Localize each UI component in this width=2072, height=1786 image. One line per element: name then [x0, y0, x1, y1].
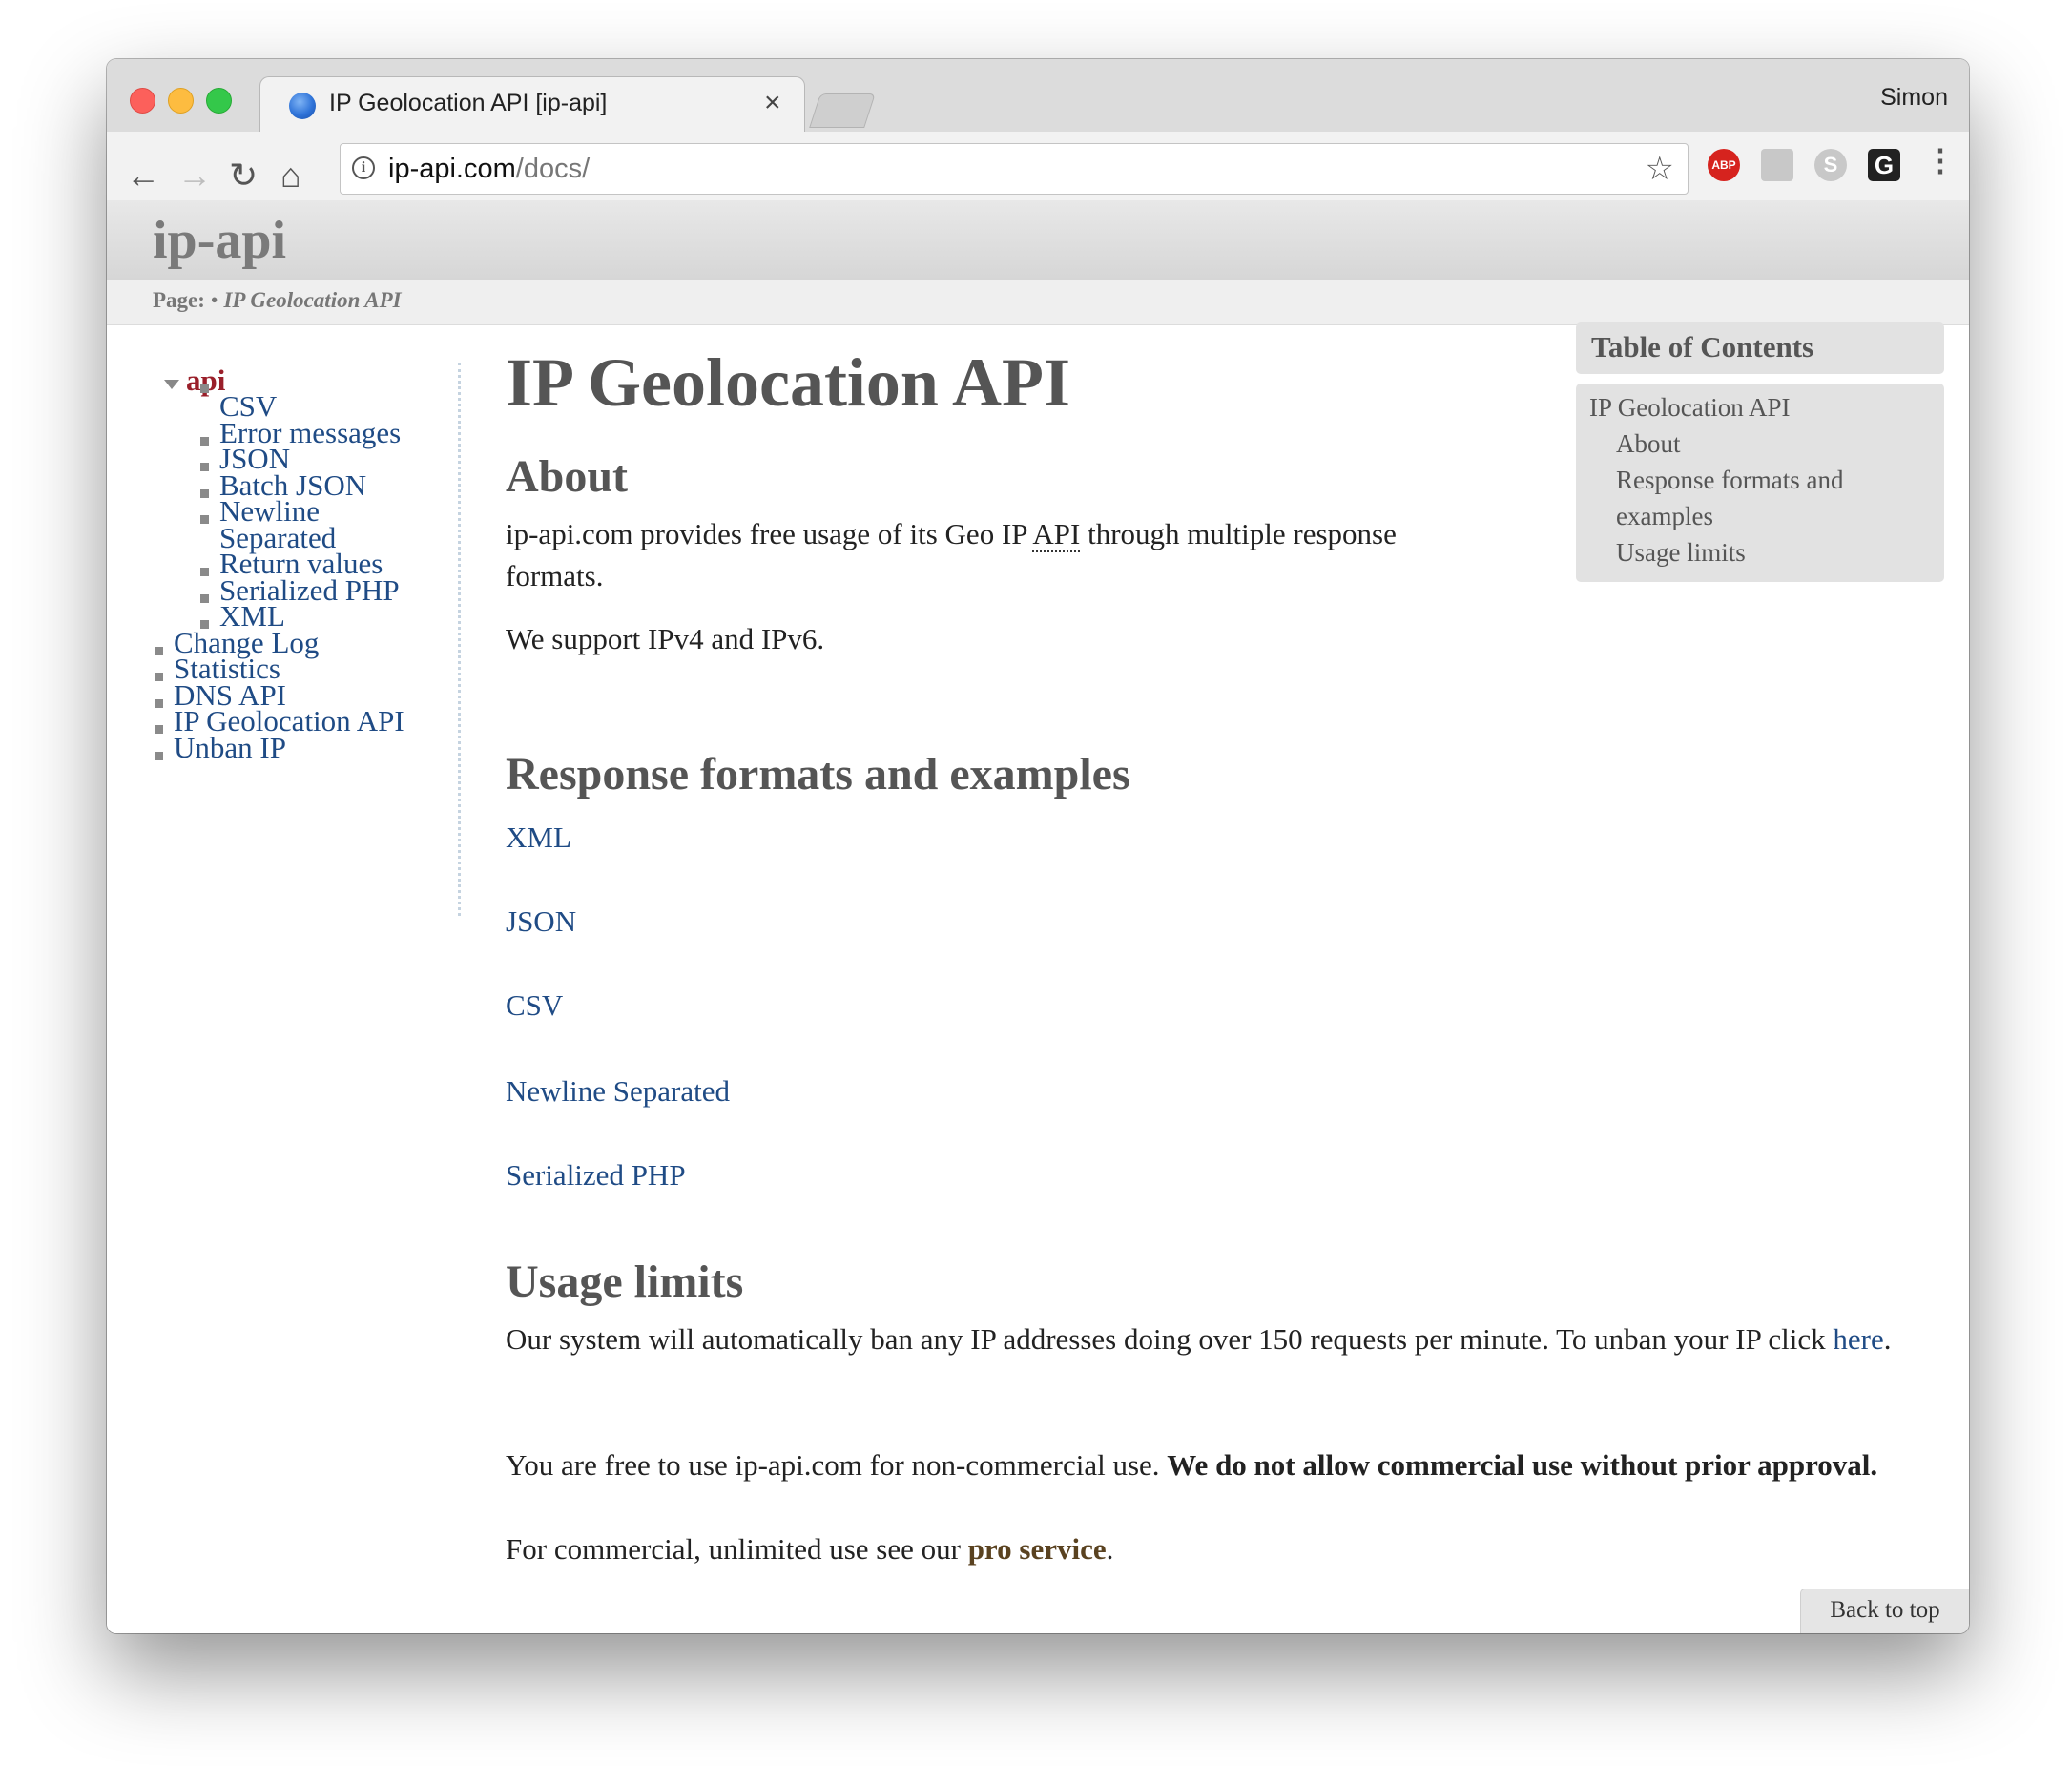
breadcrumb: Page: • IP Geolocation API: [107, 280, 1969, 325]
screenshot-stage: IP Geolocation API [ip-api] × Simon ← → …: [0, 0, 2072, 1786]
home-icon[interactable]: ⌂: [280, 158, 301, 193]
toc-list: IP Geolocation API About Response format…: [1576, 384, 1944, 582]
usage-heading: Usage limits: [506, 1256, 744, 1307]
usage-approval-text: We do not allow commercial use without p…: [1167, 1448, 1878, 1482]
globe-favicon-icon: [289, 93, 316, 119]
title-bar: IP Geolocation API [ip-api] × Simon: [107, 59, 1969, 135]
usage-ban-paragraph: Our system will automatically ban any IP…: [506, 1319, 1937, 1360]
web-page: ip-api Page: • IP Geolocation API api CS…: [107, 200, 1969, 1633]
tab-ip-geolocation[interactable]: IP Geolocation API [ip-api] ×: [259, 76, 805, 135]
format-link-xml[interactable]: XML: [506, 820, 571, 855]
breadcrumb-current: IP Geolocation API: [223, 288, 402, 312]
bullet-icon: [200, 568, 209, 576]
sidebar-item-unban-ip[interactable]: Unban IP: [174, 730, 286, 766]
format-link-json[interactable]: JSON: [506, 904, 576, 939]
about-text-a: ip-api.com provides free usage of its Ge…: [506, 517, 1033, 550]
sidebar-nav: api CSV Error messages JSON Batch JSON N…: [153, 363, 461, 916]
forward-arrow-icon[interactable]: →: [177, 158, 212, 193]
bullet-icon: [155, 647, 163, 655]
zoom-window-button[interactable]: [206, 88, 232, 114]
new-tab-button[interactable]: [809, 93, 876, 128]
info-icon[interactable]: i: [352, 156, 375, 179]
bullet-icon: [155, 752, 163, 760]
google-extension-icon[interactable]: [1761, 149, 1793, 181]
site-header: ip-api: [107, 200, 1969, 280]
url-text[interactable]: ip-api.com/docs/: [388, 154, 590, 185]
breadcrumb-separator: •: [204, 288, 224, 312]
menu-kebab-icon[interactable]: ⋮: [1925, 145, 1956, 176]
browser-window: IP Geolocation API [ip-api] × Simon ← → …: [107, 59, 1969, 1633]
pro-service-link[interactable]: pro service: [968, 1532, 1107, 1566]
back-to-top-button[interactable]: Back to top: [1800, 1589, 1969, 1633]
site-logo[interactable]: ip-api: [153, 210, 286, 271]
page-title: IP Geolocation API: [506, 344, 1070, 421]
minimize-window-button[interactable]: [168, 88, 194, 114]
bullet-icon: [155, 725, 163, 734]
bullet-icon: [200, 515, 209, 524]
usage-commercial-paragraph: You are free to use ip-api.com for non-c…: [506, 1444, 1937, 1486]
about-paragraph: ip-api.com provides free usage of its Ge…: [506, 513, 1479, 597]
toc-item-ip-geolocation-api[interactable]: IP Geolocation API: [1589, 389, 1790, 426]
unban-here-link[interactable]: here: [1833, 1322, 1883, 1356]
back-arrow-icon[interactable]: ←: [126, 158, 160, 193]
format-link-csv[interactable]: CSV: [506, 988, 563, 1023]
grammarly-icon[interactable]: G: [1868, 149, 1900, 181]
toc-item-usage-limits[interactable]: Usage limits: [1616, 534, 1746, 571]
bullet-icon: [200, 489, 209, 498]
bullet-icon: [200, 463, 209, 471]
bookmark-star-icon[interactable]: ☆: [1646, 150, 1674, 188]
toc-heading: Table of Contents: [1576, 322, 1944, 374]
skype-icon[interactable]: S: [1814, 149, 1847, 181]
expand-triangle-icon[interactable]: [164, 380, 179, 389]
format-link-serialized-php[interactable]: Serialized PHP: [506, 1158, 686, 1193]
bullet-icon: [200, 437, 209, 446]
bullet-icon: [155, 699, 163, 708]
reload-icon[interactable]: ↻: [229, 158, 258, 193]
api-abbreviation: API: [1032, 517, 1081, 552]
bullet-icon: [200, 594, 209, 603]
toc-item-response-formats[interactable]: Response formats and: [1616, 462, 1843, 498]
url-host: ip-api.com: [388, 154, 516, 184]
format-link-newline-separated[interactable]: Newline Separated: [506, 1074, 730, 1109]
profile-name[interactable]: Simon: [1880, 84, 1948, 112]
bullet-icon: [155, 673, 163, 681]
url-path: /docs/: [515, 154, 591, 184]
formats-heading: Response formats and examples: [506, 749, 1130, 800]
about-heading: About: [506, 451, 629, 502]
usage-ban-text: Our system will automatically ban any IP…: [506, 1322, 1834, 1356]
address-bar[interactable]: i ip-api.com/docs/ ☆: [340, 143, 1689, 195]
tab-title: IP Geolocation API [ip-api]: [329, 90, 608, 116]
usage-free-text: You are free to use ip-api.com for non-c…: [506, 1448, 1168, 1482]
adblock-plus-icon[interactable]: ABP: [1708, 149, 1740, 181]
tab-close-icon[interactable]: ×: [764, 87, 781, 119]
close-window-button[interactable]: [130, 88, 155, 114]
toc-item-examples[interactable]: examples: [1616, 498, 1713, 534]
usage-pro-text: For commercial, unlimited use see our: [506, 1532, 968, 1566]
usage-pro-end: .: [1106, 1532, 1114, 1566]
breadcrumb-text: Page: • IP Geolocation API: [153, 288, 402, 313]
breadcrumb-label: Page:: [153, 288, 205, 312]
toc-item-about[interactable]: About: [1616, 426, 1681, 462]
usage-pro-paragraph: For commercial, unlimited use see our pr…: [506, 1528, 1113, 1570]
bullet-icon: [200, 384, 209, 393]
usage-ban-end: .: [1883, 1322, 1892, 1356]
ip-support-text: We support IPv4 and IPv6.: [506, 622, 825, 655]
